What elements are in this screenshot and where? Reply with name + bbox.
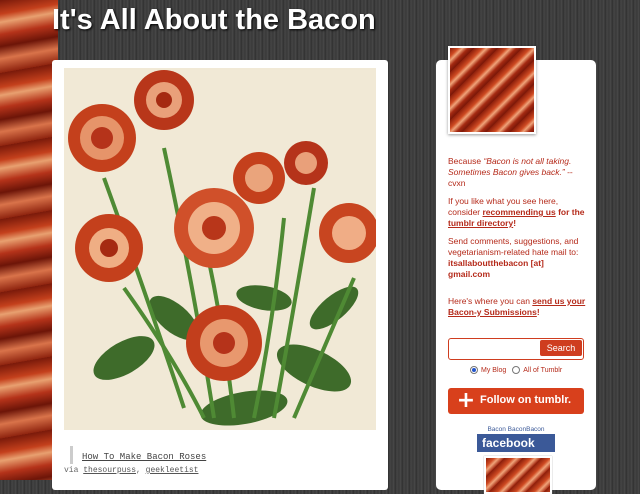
- bacon-background-strip: [0, 0, 58, 480]
- recommend-end: !: [513, 218, 517, 228]
- recommend-mid: for the: [555, 207, 585, 217]
- submit-end: !: [536, 307, 540, 317]
- sidebar-recommend: If you like what you see here, consider …: [448, 196, 588, 229]
- page-title[interactable]: It's All About the Bacon: [52, 4, 376, 37]
- post-link-block: How To Make Bacon Roses: [70, 446, 382, 464]
- radio-label-all-of-tumblr: All of Tumblr: [523, 366, 563, 374]
- search-scope-options: My Blog All of Tumblr: [470, 366, 600, 374]
- facebook-badge[interactable]: facebook: [477, 434, 555, 452]
- avatar[interactable]: [448, 46, 536, 134]
- facebook-caption[interactable]: Bacon BaconBacon: [436, 426, 596, 433]
- bacon-avatar-image: [450, 48, 534, 132]
- post-card: How To Make Bacon Roses via thesourpuss,…: [52, 60, 388, 490]
- radio-all-of-tumblr[interactable]: [512, 366, 521, 374]
- search-form: Search: [448, 338, 584, 360]
- follow-on-tumblr-button[interactable]: + Follow on tumblr.: [448, 388, 584, 414]
- follow-label: Follow on tumblr.: [480, 394, 572, 406]
- sidebar: Because “Bacon is not all taking. Someti…: [436, 46, 596, 494]
- via-line: via thesourpuss, geekleetist: [64, 466, 198, 475]
- submit-pre: Here's where you can: [448, 296, 533, 306]
- via-label: via: [64, 466, 79, 475]
- contact-email[interactable]: itsallaboutthebacon [at] gmail.com: [448, 258, 544, 279]
- sidebar-quote: Because “Bacon is not all taking. Someti…: [448, 156, 588, 189]
- via-separator: ,: [136, 466, 141, 475]
- recommend-link[interactable]: recommending us: [483, 207, 556, 217]
- search-input[interactable]: [451, 341, 537, 355]
- contact-text: Send comments, suggestions, and vegetari…: [448, 236, 579, 257]
- post-link[interactable]: How To Make Bacon Roses: [82, 452, 206, 462]
- via-source-link[interactable]: geekleetist: [146, 466, 199, 475]
- search-button[interactable]: Search: [540, 340, 582, 356]
- radio-label-my-blog: My Blog: [481, 366, 507, 374]
- radio-my-blog[interactable]: [470, 366, 478, 374]
- sidebar-contact: Send comments, suggestions, and vegetari…: [448, 236, 588, 280]
- plus-icon: +: [456, 388, 476, 413]
- quote-intro: Because: [448, 156, 484, 166]
- facebook-profile-photo[interactable]: [484, 456, 552, 494]
- via-source-link[interactable]: thesourpuss: [83, 466, 136, 475]
- sidebar-submissions: Here's where you can send us your Bacon-…: [448, 296, 588, 318]
- bacon-roses-photo[interactable]: [64, 68, 376, 430]
- directory-link[interactable]: tumblr directory: [448, 218, 513, 228]
